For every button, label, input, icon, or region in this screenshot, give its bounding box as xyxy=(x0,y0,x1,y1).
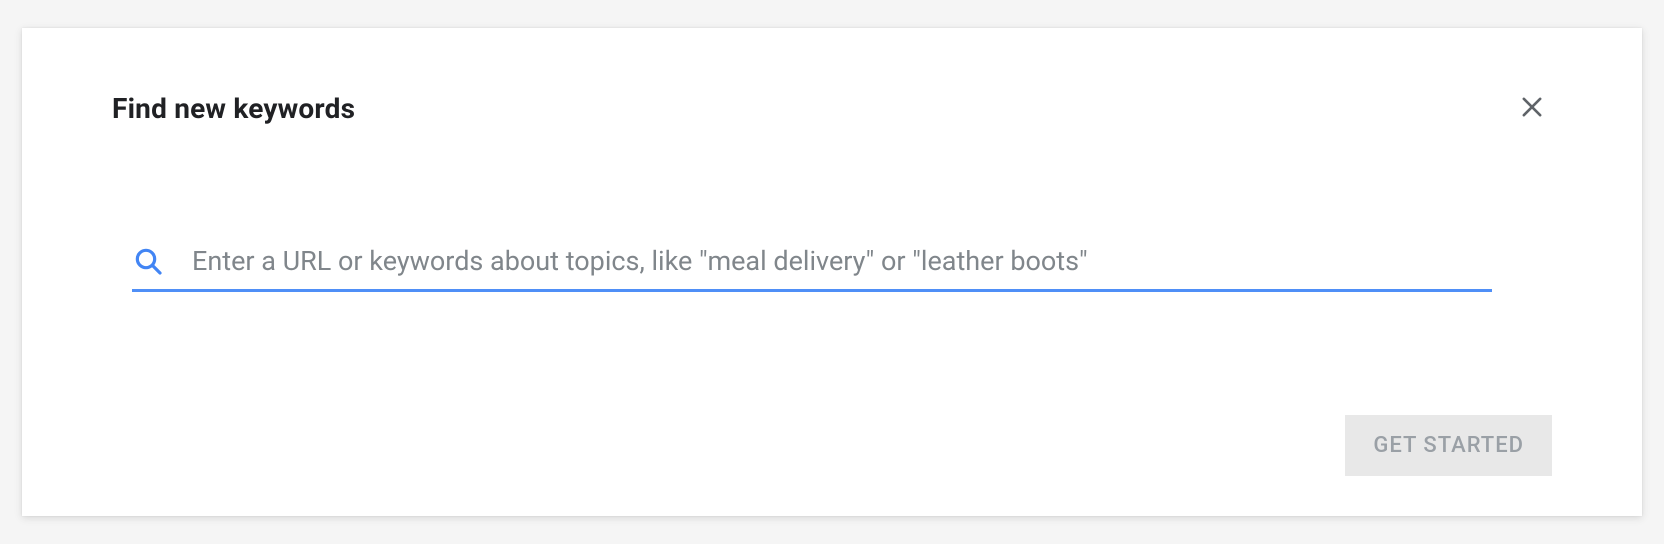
close-icon xyxy=(1518,93,1546,124)
actions-row: GET STARTED xyxy=(1345,415,1552,476)
keyword-search-input[interactable] xyxy=(192,245,1492,277)
get-started-button[interactable]: GET STARTED xyxy=(1345,415,1552,476)
card-header: Find new keywords xyxy=(112,88,1552,125)
close-button[interactable] xyxy=(1512,88,1552,128)
find-keywords-card: Find new keywords GET STARTED xyxy=(22,28,1642,516)
search-field-row xyxy=(132,245,1492,292)
search-icon xyxy=(132,245,164,277)
card-title: Find new keywords xyxy=(112,92,355,125)
